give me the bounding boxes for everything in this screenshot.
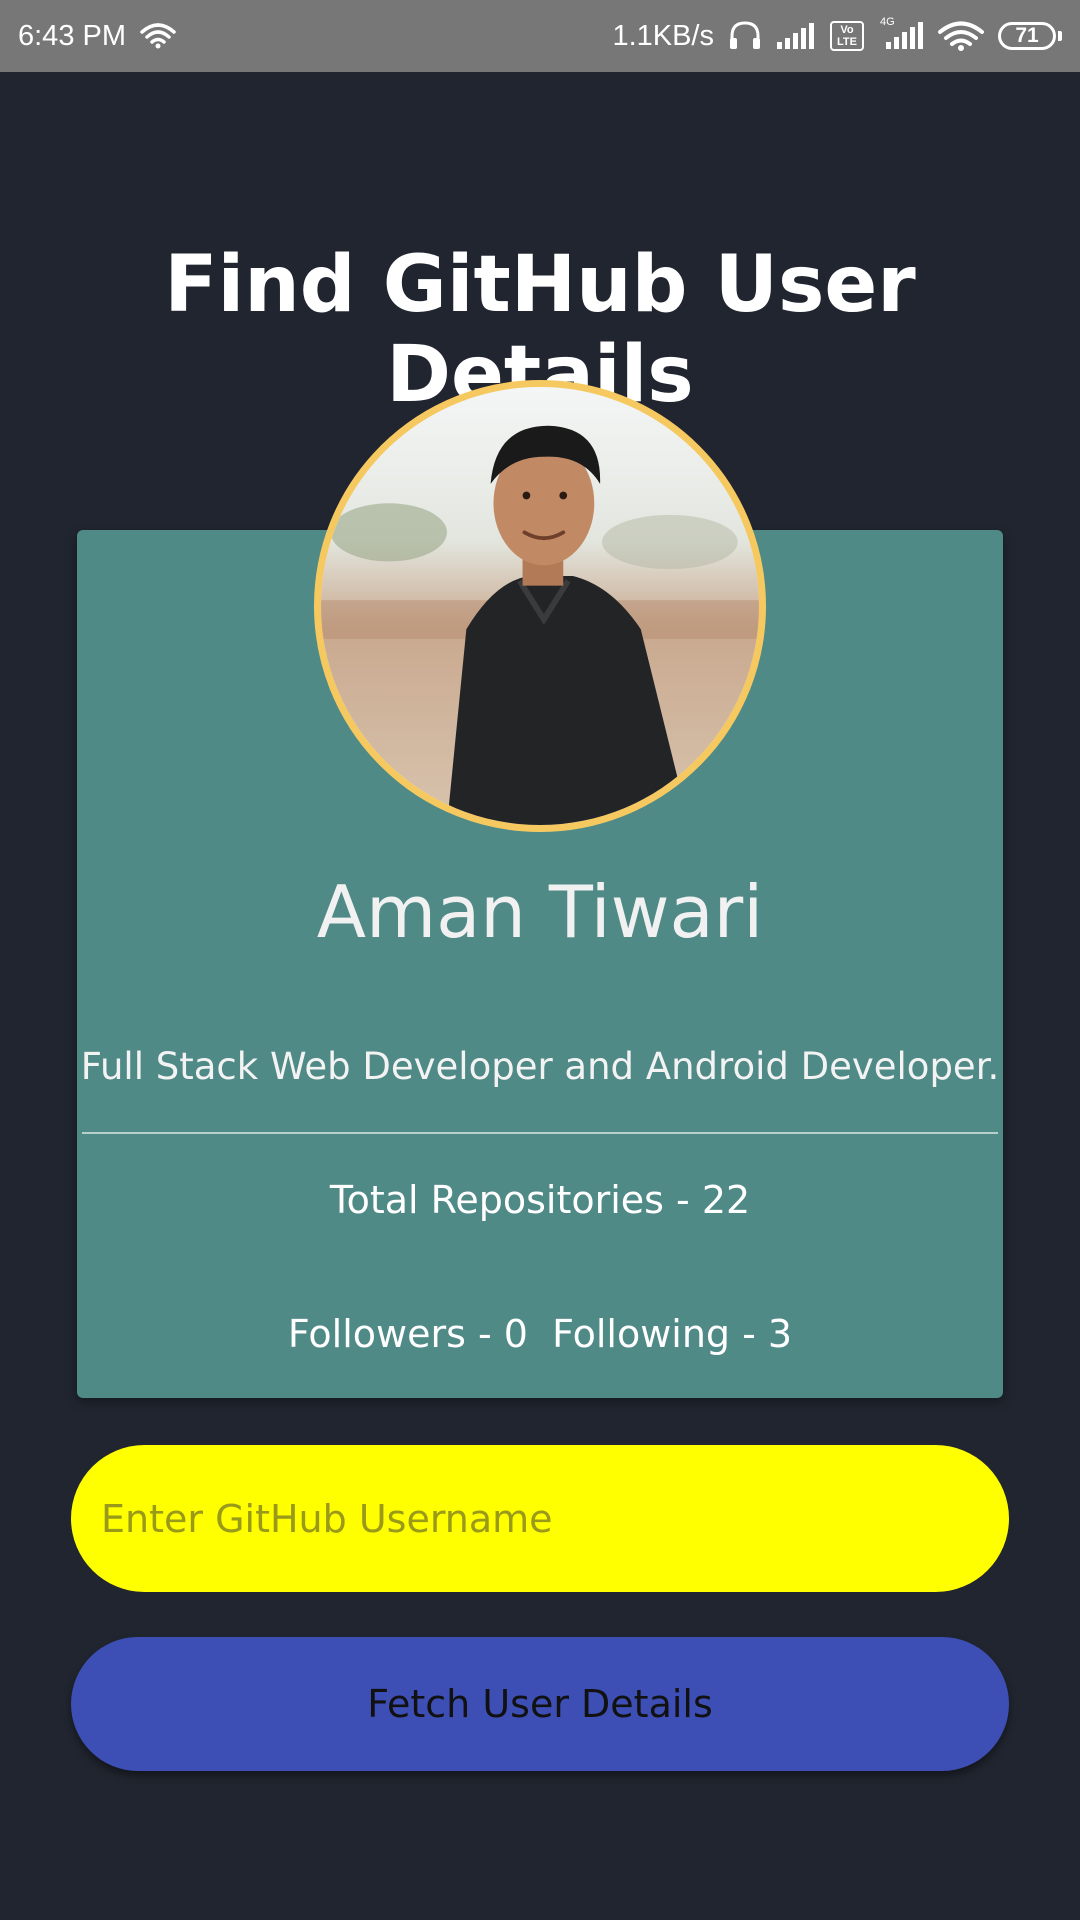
battery-icon: 71: [998, 22, 1062, 50]
card-divider: [82, 1132, 998, 1134]
wifi-icon: [140, 22, 176, 50]
volte-top-text: Vo: [840, 24, 854, 36]
profile-photo: [321, 387, 759, 825]
user-name: Aman Tiwari: [316, 870, 764, 954]
username-input[interactable]: [71, 1445, 1009, 1592]
signal-4g-icon: 4G: [878, 16, 924, 50]
network-type: 4G: [880, 16, 895, 28]
volte-bottom-text: LTE: [837, 36, 857, 48]
wifi-icon: [938, 21, 984, 51]
user-bio: Full Stack Web Developer and Android Dev…: [80, 1045, 1000, 1088]
headset-icon: [728, 20, 762, 52]
volte-icon: Vo LTE: [830, 21, 864, 51]
fetch-user-details-button[interactable]: Fetch User Details: [71, 1637, 1009, 1771]
avatar: [314, 380, 766, 832]
followers-following: Followers - 0 Following - 3: [287, 1312, 793, 1356]
status-bar: 6:43 PM 1.1KB/s Vo LTE 4G 71: [0, 0, 1080, 72]
battery-tip: [1058, 31, 1062, 41]
status-bar-right: 1.1KB/s Vo LTE 4G 71: [612, 16, 1062, 53]
signal-icon: [776, 22, 816, 50]
net-speed: 1.1KB/s: [612, 19, 714, 52]
status-time: 6:43 PM: [18, 19, 126, 52]
status-bar-left: 6:43 PM: [18, 20, 176, 53]
total-repositories: Total Repositories - 22: [329, 1178, 751, 1222]
battery-level: 71: [998, 22, 1056, 50]
